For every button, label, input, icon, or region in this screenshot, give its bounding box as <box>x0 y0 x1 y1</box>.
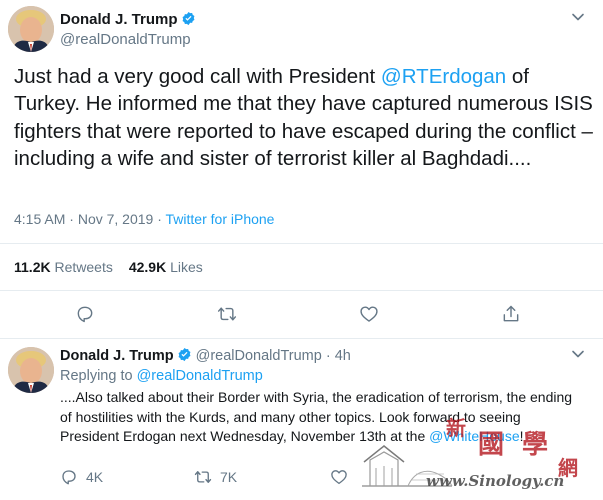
replying-to: Replying to @realDonaldTrump <box>60 368 263 384</box>
chevron-down-icon[interactable] <box>571 347 585 361</box>
retweet-button[interactable] <box>217 304 237 324</box>
author-handle[interactable]: @realDonaldTrump <box>60 31 191 48</box>
avatar[interactable] <box>8 6 54 52</box>
reply-button[interactable] <box>75 304 95 324</box>
tweet-age[interactable]: 4h <box>335 348 351 364</box>
meta-separator: · <box>153 211 166 227</box>
retweets-stat[interactable]: 11.2K Retweets <box>14 259 113 275</box>
retweet-count: 7K <box>220 469 238 485</box>
likes-stat[interactable]: 42.9K Likes <box>129 259 203 275</box>
avatar-image <box>8 6 54 52</box>
retweet-button[interactable]: 7K <box>194 468 237 486</box>
author-name[interactable]: Donald J. Trump <box>60 11 196 28</box>
heart-icon <box>331 470 347 485</box>
avatar[interactable] <box>8 347 54 393</box>
likes-count: 42.9K <box>128 259 167 275</box>
likes-label: Likes <box>166 259 203 275</box>
author-handle[interactable]: @realDonaldTrump <box>196 348 322 364</box>
tweet-date[interactable]: Nov 7, 2019 <box>78 211 154 227</box>
retweet-icon <box>217 307 237 321</box>
replying-label: Replying to <box>60 368 137 384</box>
mention-link[interactable]: @realDonaldTrump <box>137 368 263 384</box>
tweet-text: Just had a very good call with President… <box>14 63 599 172</box>
divider <box>0 290 603 291</box>
like-button[interactable] <box>330 468 348 486</box>
tweet-stats: 11.2K Retweets 42.9K Likes <box>14 259 203 275</box>
chevron-down-icon[interactable] <box>571 10 585 24</box>
divider <box>0 243 603 244</box>
verified-badge-icon <box>182 11 194 26</box>
meta-separator: · <box>65 211 78 227</box>
reply-count: 4K <box>86 469 104 485</box>
reply-text-part: ! <box>519 428 524 444</box>
retweets-count: 11.2K <box>14 259 51 275</box>
tweet-meta: 4:15 AM · Nov 7, 2019 · Twitter for iPho… <box>14 211 274 227</box>
avatar-image <box>8 347 54 393</box>
author-name[interactable]: Donald J. Trump <box>60 348 174 364</box>
retweet-icon <box>194 471 212 483</box>
tweet-text-part: Just had a very good call with President <box>14 65 381 88</box>
main-tweet: Donald J. Trump @realDonaldTrump Just ha… <box>0 0 603 339</box>
reply-header: Donald J. Trump @realDonaldTrump · 4h <box>60 347 351 364</box>
reply-icon <box>77 306 93 323</box>
author-name-text[interactable]: Donald J. Trump <box>60 11 178 28</box>
tweet-source-link[interactable]: Twitter for iPhone <box>166 211 275 227</box>
mention-link[interactable]: @RTErdogan <box>381 65 506 88</box>
mention-link[interactable]: @WhiteHouse <box>429 428 519 444</box>
heart-icon <box>360 306 378 322</box>
share-icon <box>503 305 519 322</box>
reply-text: ....Also talked about their Border with … <box>60 388 580 447</box>
retweets-label: Retweets <box>50 259 113 275</box>
verified-badge-icon <box>178 347 191 362</box>
reply-icon <box>62 470 76 485</box>
reply-button[interactable]: 4K <box>60 468 103 486</box>
share-button[interactable] <box>501 304 521 324</box>
tweet-time[interactable]: 4:15 AM <box>14 211 65 227</box>
reply-tweet[interactable]: Donald J. Trump @realDonaldTrump · 4h Re… <box>0 339 603 500</box>
like-button[interactable] <box>359 304 379 324</box>
meta-separator: · <box>321 348 335 364</box>
